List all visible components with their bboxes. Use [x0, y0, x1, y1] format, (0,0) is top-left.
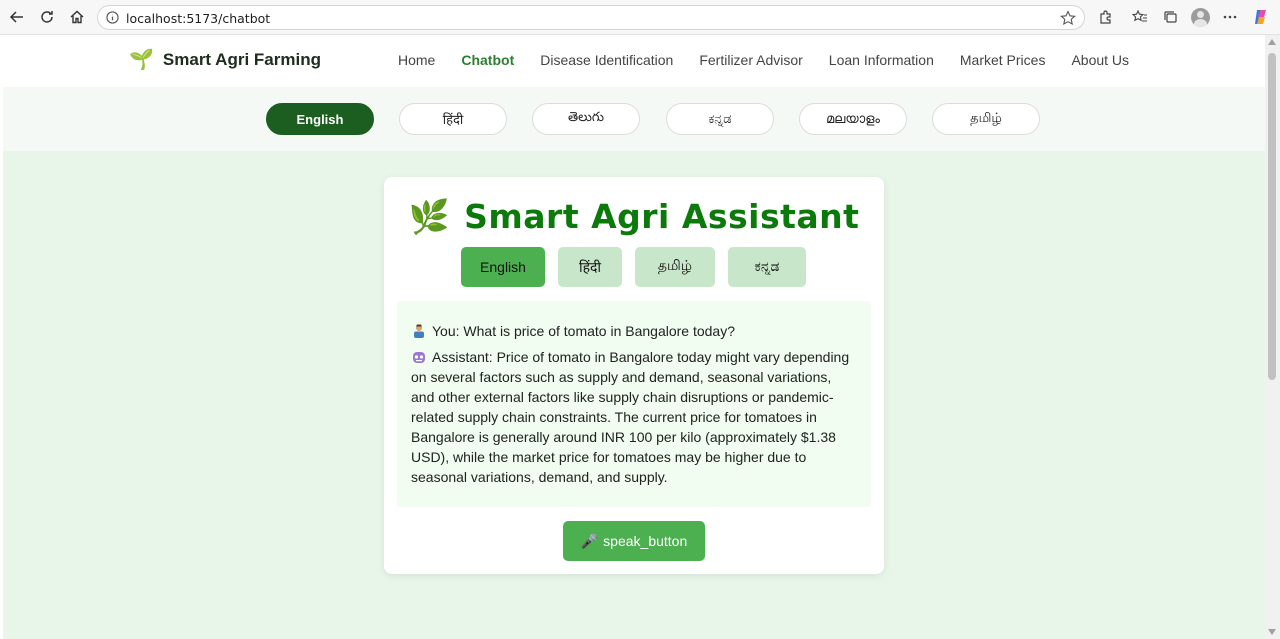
- main-nav: Home Chatbot Disease Identification Fert…: [398, 52, 1155, 68]
- more-options-icon[interactable]: [1221, 8, 1239, 26]
- nav-chatbot[interactable]: Chatbot: [461, 52, 514, 68]
- info-icon[interactable]: [106, 11, 119, 24]
- page-content: 🌱 Smart Agri Farming Home Chatbot Diseas…: [3, 35, 1265, 639]
- language-kannada-button[interactable]: ಕನ್ನಡ: [666, 103, 774, 135]
- assistant-title-text: Smart Agri Assistant: [464, 197, 860, 236]
- address-bar[interactable]: localhost:5173/chatbot: [97, 5, 1085, 30]
- chat-history: You: What is price of tomato in Bangalor…: [397, 301, 871, 507]
- farmer-icon: [414, 324, 424, 338]
- language-selector: English हिंदी తెలుగు ಕನ್ನಡ മലയാളം தமிழ்: [3, 87, 1265, 151]
- scroll-up-arrow-icon[interactable]: [1268, 39, 1276, 45]
- herb-icon: 🌿: [408, 197, 451, 236]
- profile-avatar[interactable]: [1191, 8, 1210, 27]
- speak-button-label: speak_button: [603, 533, 688, 549]
- assistant-lang-english[interactable]: English: [461, 247, 545, 287]
- language-english-button[interactable]: English: [266, 103, 374, 135]
- user-message-text: You: What is price of tomato in Bangalor…: [432, 323, 735, 339]
- nav-fertilizer-advisor[interactable]: Fertilizer Advisor: [699, 52, 802, 68]
- assistant-card: 🌿 Smart Agri Assistant English हिंदी தமிழ…: [384, 177, 884, 574]
- favorite-star-icon[interactable]: [1060, 10, 1076, 26]
- assistant-message: Assistant: Price of tomato in Bangalore …: [411, 347, 857, 487]
- language-malayalam-button[interactable]: മലയാളം: [799, 103, 907, 135]
- brand-name: Smart Agri Farming: [162, 50, 321, 69]
- page-scrollbar[interactable]: [1265, 35, 1280, 639]
- assistant-title: 🌿 Smart Agri Assistant: [384, 197, 884, 237]
- scroll-down-arrow-icon[interactable]: [1268, 629, 1276, 635]
- browser-toolbar: localhost:5173/chatbot: [0, 0, 1280, 35]
- user-message: You: What is price of tomato in Bangalor…: [411, 321, 857, 341]
- nav-market-prices[interactable]: Market Prices: [960, 52, 1046, 68]
- back-icon[interactable]: [7, 7, 27, 27]
- robot-icon: [413, 352, 425, 363]
- speak-button[interactable]: 🎤 speak_button: [563, 521, 705, 561]
- nav-home[interactable]: Home: [398, 52, 435, 68]
- site-header: 🌱 Smart Agri Farming Home Chatbot Diseas…: [3, 35, 1265, 87]
- assistant-language-tabs: English हिंदी தமிழ் ಕನ್ನಡ: [461, 247, 806, 287]
- assistant-message-text: Assistant: Price of tomato in Bangalore …: [411, 349, 850, 485]
- refresh-icon[interactable]: [37, 7, 57, 27]
- assistant-lang-hindi[interactable]: हिंदी: [558, 247, 622, 287]
- url-text: localhost:5173/chatbot: [126, 11, 271, 26]
- nav-loan-information[interactable]: Loan Information: [829, 52, 934, 68]
- assistant-lang-tamil[interactable]: தமிழ்: [635, 247, 715, 287]
- language-telugu-button[interactable]: తెలుగు: [532, 103, 640, 135]
- favorites-icon[interactable]: [1131, 8, 1149, 26]
- nav-about-us[interactable]: About Us: [1071, 52, 1129, 68]
- language-tamil-button[interactable]: தமிழ்: [932, 103, 1040, 135]
- microphone-icon: 🎤: [580, 532, 599, 549]
- language-hindi-button[interactable]: हिंदी: [399, 103, 507, 135]
- assistant-lang-kannada[interactable]: ಕನ್ನಡ: [728, 247, 806, 287]
- collections-icon[interactable]: [1161, 8, 1179, 26]
- brand[interactable]: 🌱 Smart Agri Farming: [129, 49, 321, 71]
- extensions-icon[interactable]: [1097, 8, 1115, 26]
- copilot-icon[interactable]: [1252, 8, 1270, 26]
- home-icon[interactable]: [67, 7, 87, 27]
- nav-disease-identification[interactable]: Disease Identification: [540, 52, 673, 68]
- seedling-icon: 🌱: [129, 49, 154, 71]
- scrollbar-thumb[interactable]: [1268, 53, 1276, 380]
